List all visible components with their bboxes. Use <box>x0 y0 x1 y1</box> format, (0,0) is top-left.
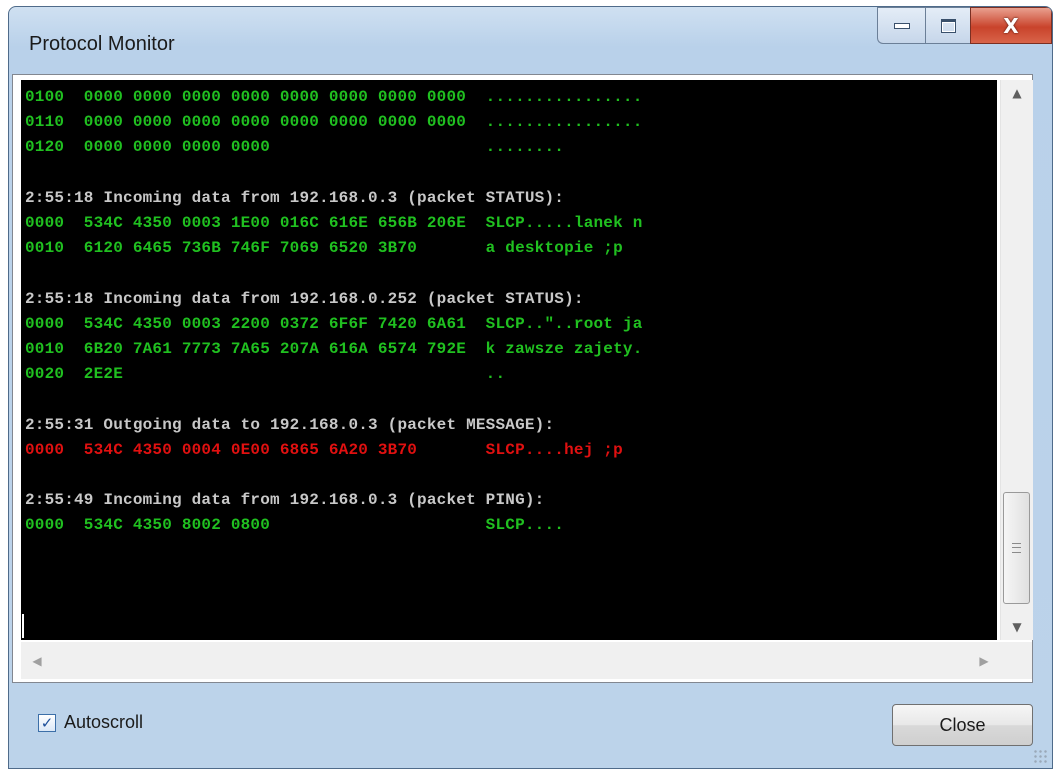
log-line: 2:55:31 Outgoing data to 192.168.0.3 (pa… <box>25 415 555 434</box>
log-line: 2:55:18 Incoming data from 192.168.0.252… <box>25 289 584 308</box>
scroll-left-button[interactable]: ◀ <box>21 642 53 679</box>
maximize-icon <box>940 18 956 33</box>
caption-buttons: X <box>877 7 1052 44</box>
scroll-up-button[interactable]: ▲ <box>1001 80 1033 106</box>
scrollbar-corner <box>1000 642 1032 679</box>
log-line: 0010 6120 6465 736B 746F 7069 6520 3B70 … <box>25 239 623 258</box>
chevron-left-icon: ◀ <box>32 653 42 668</box>
log-line: 0100 0000 0000 0000 0000 0000 0000 0000 … <box>25 88 643 106</box>
title-bar[interactable]: Protocol Monitor X <box>9 7 1052 81</box>
log-line: 0000 534C 4350 0003 1E00 016C 616E 656B … <box>25 214 643 232</box>
grip-icon <box>1012 543 1021 553</box>
checkmark-icon: ✓ <box>40 713 54 732</box>
vertical-scrollbar[interactable]: ▲ ▼ <box>1000 80 1033 640</box>
text-cursor <box>22 614 24 638</box>
maximize-button[interactable] <box>925 7 970 44</box>
vertical-scroll-thumb[interactable] <box>1003 492 1030 604</box>
scroll-right-button[interactable]: ▶ <box>968 642 1000 679</box>
minimize-icon <box>893 22 910 29</box>
window-title: Protocol Monitor <box>29 33 175 55</box>
resize-grip-icon[interactable] <box>1033 749 1047 763</box>
log-line: 0000 534C 4350 0004 0E00 6865 6A20 3B70 … <box>25 440 623 459</box>
log-line: 2:55:49 Incoming data from 192.168.0.3 (… <box>25 491 545 510</box>
autoscroll-option[interactable]: ✓ Autoscroll <box>38 712 143 733</box>
close-button[interactable]: Close <box>892 704 1033 746</box>
autoscroll-checkbox[interactable]: ✓ <box>38 713 56 732</box>
log-line: 0010 6B20 7A61 7773 7A65 207A 616A 6574 … <box>25 340 643 358</box>
log-output[interactable]: 0100 0000 0000 0000 0000 0000 0000 0000 … <box>21 80 997 640</box>
horizontal-scrollbar[interactable]: ◀ ▶ <box>21 642 1000 679</box>
close-icon: X <box>1003 13 1019 38</box>
log-line: 0020 2E2E .. <box>25 365 506 384</box>
chevron-down-icon: ▼ <box>1012 620 1022 634</box>
log-line: 0120 0000 0000 0000 0000 ........ <box>25 138 565 157</box>
scroll-down-button[interactable]: ▼ <box>1001 614 1033 640</box>
close-window-button[interactable]: X <box>970 7 1052 44</box>
log-line: 0000 534C 4350 0003 2200 0372 6F6F 7420 … <box>25 314 643 333</box>
log-line: 0000 534C 4350 8002 0800 SLCP.... <box>25 516 565 535</box>
log-line: 2:55:18 Incoming data from 192.168.0.3 (… <box>25 188 565 207</box>
log-line: 0110 0000 0000 0000 0000 0000 0000 0000 … <box>25 113 643 132</box>
chevron-up-icon: ▲ <box>1012 86 1022 100</box>
chevron-right-icon: ▶ <box>979 653 989 668</box>
minimize-button[interactable] <box>877 7 925 44</box>
autoscroll-label: Autoscroll <box>64 712 144 732</box>
